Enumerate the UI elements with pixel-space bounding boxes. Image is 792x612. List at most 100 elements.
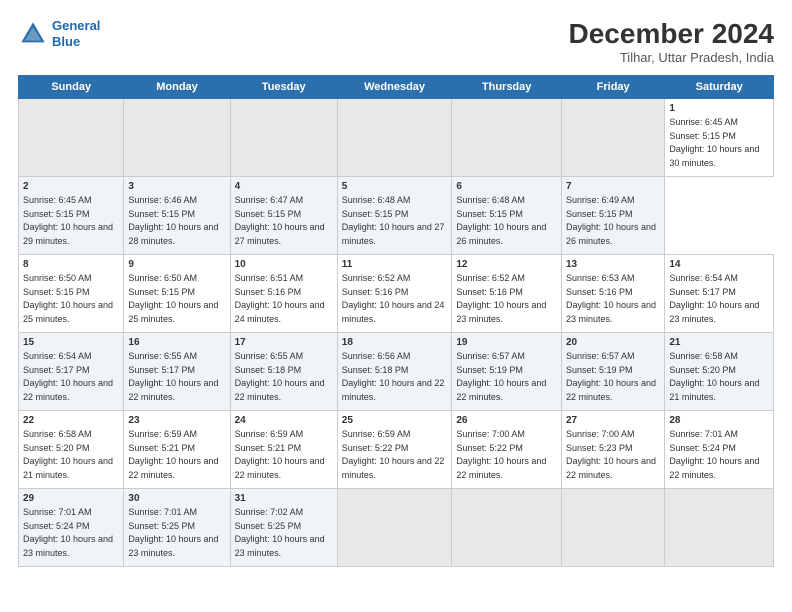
logo-line1: General <box>52 18 100 33</box>
day-info: Sunrise: 6:55 AMSunset: 5:17 PMDaylight:… <box>128 351 218 402</box>
day-info: Sunrise: 6:50 AMSunset: 5:15 PMDaylight:… <box>128 273 218 324</box>
day-number: 29 <box>23 493 119 504</box>
col-thursday: Thursday <box>452 76 562 99</box>
table-row: 19Sunrise: 6:57 AMSunset: 5:19 PMDayligh… <box>452 333 562 411</box>
day-number: 23 <box>128 415 225 426</box>
table-row: 13 Sunrise: 6:53 AMSunset: 5:16 PMDayligh… <box>561 255 664 333</box>
table-row <box>337 489 452 567</box>
calendar-header: Sunday Monday Tuesday Wednesday Thursday… <box>19 76 774 99</box>
title-block: December 2024 Tilhar, Uttar Pradesh, Ind… <box>569 18 774 65</box>
day-number: 26 <box>456 415 557 426</box>
day-info: Sunrise: 6:57 AMSunset: 5:19 PMDaylight:… <box>566 351 656 402</box>
day-number: 4 <box>235 181 333 192</box>
day-info: Sunrise: 6:50 AMSunset: 5:15 PMDaylight:… <box>23 273 113 324</box>
day-info: Sunrise: 6:57 AMSunset: 5:19 PMDaylight:… <box>456 351 546 402</box>
day-info: Sunrise: 6:51 AMSunset: 5:16 PMDaylight:… <box>235 273 325 324</box>
table-row <box>124 99 230 177</box>
table-row: 2Sunrise: 6:45 AMSunset: 5:15 PMDaylight… <box>19 177 124 255</box>
table-row: 1 Sunrise: 6:45 AMSunset: 5:15 PMDaylight… <box>665 99 774 177</box>
day-number: 7 <box>566 181 660 192</box>
logo-line2: Blue <box>52 34 80 49</box>
day-number: 22 <box>23 415 119 426</box>
table-row: 26 Sunrise: 7:00 AMSunset: 5:22 PMDayligh… <box>452 411 562 489</box>
day-info: Sunrise: 6:59 AMSunset: 5:22 PMDaylight:… <box>342 429 445 480</box>
day-number: 20 <box>566 337 660 348</box>
week-row-0: 1 Sunrise: 6:45 AMSunset: 5:15 PMDaylight… <box>19 99 774 177</box>
table-row <box>561 489 664 567</box>
table-row: 9Sunrise: 6:50 AMSunset: 5:15 PMDaylight… <box>124 255 230 333</box>
day-number: 10 <box>235 259 333 270</box>
day-number: 25 <box>342 415 448 426</box>
day-info: Sunrise: 7:00 AMSunset: 5:23 PMDaylight:… <box>566 429 656 480</box>
table-row: 31Sunrise: 7:02 AMSunset: 5:25 PMDayligh… <box>230 489 337 567</box>
week-row-2: 8 Sunrise: 6:50 AMSunset: 5:15 PMDaylight… <box>19 255 774 333</box>
day-info: Sunrise: 7:00 AMSunset: 5:22 PMDaylight:… <box>456 429 546 480</box>
table-row: 8 Sunrise: 6:50 AMSunset: 5:15 PMDaylight… <box>19 255 124 333</box>
logo: General Blue <box>18 18 100 49</box>
day-number: 14 <box>669 259 769 270</box>
table-row: 22Sunrise: 6:58 AMSunset: 5:20 PMDayligh… <box>19 411 124 489</box>
table-row: 23Sunrise: 6:59 AMSunset: 5:21 PMDayligh… <box>124 411 230 489</box>
logo-icon <box>18 19 48 49</box>
day-info: Sunrise: 6:53 AMSunset: 5:16 PMDaylight:… <box>566 273 656 324</box>
day-number: 16 <box>128 337 225 348</box>
table-row: 25 Sunrise: 6:59 AMSunset: 5:22 PMDayligh… <box>337 411 452 489</box>
table-row: 11 Sunrise: 6:52 AMSunset: 5:16 PMDayligh… <box>337 255 452 333</box>
day-number: 13 <box>566 259 660 270</box>
col-monday: Monday <box>124 76 230 99</box>
day-info: Sunrise: 6:54 AMSunset: 5:17 PMDaylight:… <box>669 273 759 324</box>
week-row-5: 29 Sunrise: 7:01 AMSunset: 5:24 PMDayligh… <box>19 489 774 567</box>
day-info: Sunrise: 6:59 AMSunset: 5:21 PMDaylight:… <box>235 429 325 480</box>
week-row-1: 2Sunrise: 6:45 AMSunset: 5:15 PMDaylight… <box>19 177 774 255</box>
calendar-table: Sunday Monday Tuesday Wednesday Thursday… <box>18 75 774 567</box>
day-info: Sunrise: 6:58 AMSunset: 5:20 PMDaylight:… <box>669 351 759 402</box>
table-row: 6 Sunrise: 6:48 AMSunset: 5:15 PMDaylight… <box>452 177 562 255</box>
day-info: Sunrise: 6:56 AMSunset: 5:18 PMDaylight:… <box>342 351 445 402</box>
day-info: Sunrise: 6:52 AMSunset: 5:16 PMDaylight:… <box>456 273 546 324</box>
day-info: Sunrise: 6:48 AMSunset: 5:15 PMDaylight:… <box>342 195 445 246</box>
day-info: Sunrise: 6:45 AMSunset: 5:15 PMDaylight:… <box>669 117 759 168</box>
day-info: Sunrise: 7:01 AMSunset: 5:25 PMDaylight:… <box>128 507 218 558</box>
table-row <box>452 489 562 567</box>
col-friday: Friday <box>561 76 664 99</box>
day-number: 24 <box>235 415 333 426</box>
day-number: 1 <box>669 103 769 114</box>
day-info: Sunrise: 7:01 AMSunset: 5:24 PMDaylight:… <box>669 429 759 480</box>
header-row: Sunday Monday Tuesday Wednesday Thursday… <box>19 76 774 99</box>
day-info: Sunrise: 6:48 AMSunset: 5:15 PMDaylight:… <box>456 195 546 246</box>
day-info: Sunrise: 6:52 AMSunset: 5:16 PMDaylight:… <box>342 273 445 324</box>
day-number: 28 <box>669 415 769 426</box>
day-number: 5 <box>342 181 448 192</box>
day-number: 21 <box>669 337 769 348</box>
day-info: Sunrise: 7:01 AMSunset: 5:24 PMDaylight:… <box>23 507 113 558</box>
subtitle: Tilhar, Uttar Pradesh, India <box>569 50 774 65</box>
calendar-body: 1 Sunrise: 6:45 AMSunset: 5:15 PMDaylight… <box>19 99 774 567</box>
table-row <box>337 99 452 177</box>
day-number: 8 <box>23 259 119 270</box>
table-row: 5 Sunrise: 6:48 AMSunset: 5:15 PMDaylight… <box>337 177 452 255</box>
day-number: 11 <box>342 259 448 270</box>
day-number: 31 <box>235 493 333 504</box>
table-row: 17Sunrise: 6:55 AMSunset: 5:18 PMDayligh… <box>230 333 337 411</box>
table-row: 12 Sunrise: 6:52 AMSunset: 5:16 PMDayligh… <box>452 255 562 333</box>
day-number: 6 <box>456 181 557 192</box>
table-row: 27 Sunrise: 7:00 AMSunset: 5:23 PMDayligh… <box>561 411 664 489</box>
table-row: 15Sunrise: 6:54 AMSunset: 5:17 PMDayligh… <box>19 333 124 411</box>
day-info: Sunrise: 6:45 AMSunset: 5:15 PMDaylight:… <box>23 195 113 246</box>
table-row <box>452 99 562 177</box>
table-row: 20 Sunrise: 6:57 AMSunset: 5:19 PMDayligh… <box>561 333 664 411</box>
table-row: 21 Sunrise: 6:58 AMSunset: 5:20 PMDayligh… <box>665 333 774 411</box>
table-row: 28 Sunrise: 7:01 AMSunset: 5:24 PMDayligh… <box>665 411 774 489</box>
logo-text: General Blue <box>52 18 100 49</box>
week-row-3: 15Sunrise: 6:54 AMSunset: 5:17 PMDayligh… <box>19 333 774 411</box>
table-row: 10 Sunrise: 6:51 AMSunset: 5:16 PMDayligh… <box>230 255 337 333</box>
col-saturday: Saturday <box>665 76 774 99</box>
day-info: Sunrise: 6:49 AMSunset: 5:15 PMDaylight:… <box>566 195 656 246</box>
day-number: 30 <box>128 493 225 504</box>
day-number: 12 <box>456 259 557 270</box>
table-row: 18Sunrise: 6:56 AMSunset: 5:18 PMDayligh… <box>337 333 452 411</box>
page: General Blue December 2024 Tilhar, Uttar… <box>0 0 792 612</box>
table-row: 14 Sunrise: 6:54 AMSunset: 5:17 PMDayligh… <box>665 255 774 333</box>
table-row: 30 Sunrise: 7:01 AMSunset: 5:25 PMDayligh… <box>124 489 230 567</box>
day-number: 27 <box>566 415 660 426</box>
